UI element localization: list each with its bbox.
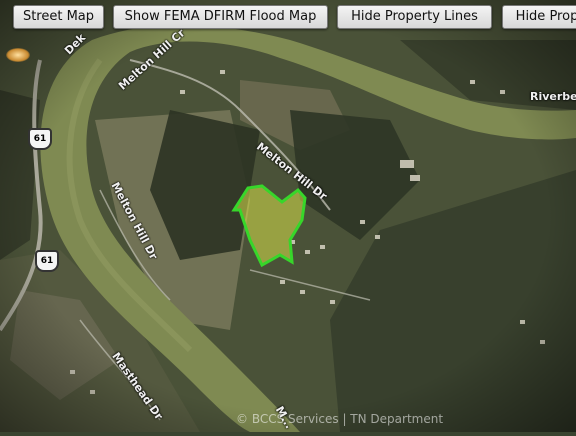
highway-shield-61-upper: 61 — [28, 128, 52, 150]
aerial-map[interactable]: Melton Hill Cr Melton Hill Dr Melton Hil… — [0, 0, 576, 433]
highway-shield-61-lower: 61 — [35, 250, 59, 272]
screen-glare — [6, 48, 30, 62]
hide-property-lines-button[interactable]: Hide Property Lines — [337, 5, 492, 29]
fema-flood-map-button[interactable]: Show FEMA DFIRM Flood Map — [113, 5, 328, 29]
map-credit: © BCCS Services | TN Department — [236, 412, 444, 426]
street-map-button[interactable]: Street Map — [13, 5, 104, 29]
satellite-imagery — [0, 0, 576, 433]
hide-property-button[interactable]: Hide Prop — [502, 5, 576, 29]
road-label-riverbend: Riverbe — [530, 90, 576, 103]
